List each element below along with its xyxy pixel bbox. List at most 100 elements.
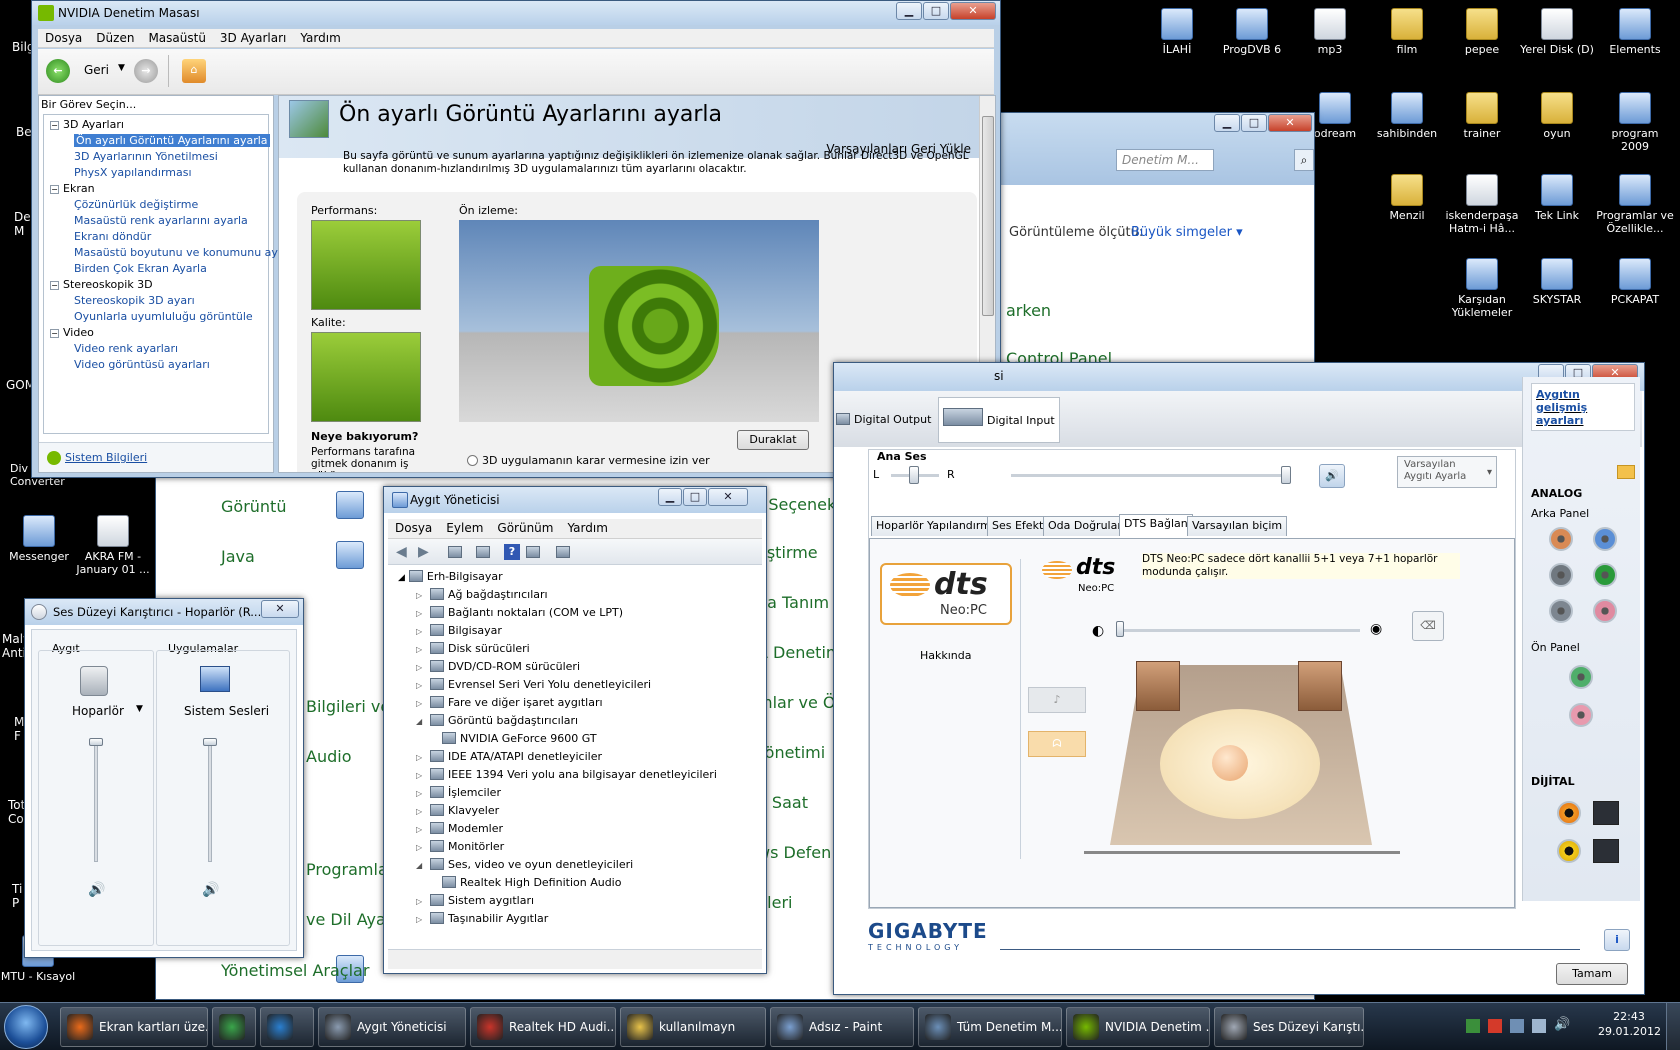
- collapse-icon[interactable]: ◢: [416, 858, 424, 873]
- volume-icon[interactable]: 🔊: [1554, 1017, 1570, 1032]
- expand-icon[interactable]: ▷: [416, 678, 424, 693]
- device-category[interactable]: ▷ Disk sürücüleri: [416, 641, 530, 657]
- close-button[interactable]: ✕: [261, 600, 299, 618]
- cp-item[interactable]: na Tanım: [757, 593, 829, 612]
- menu-item[interactable]: Yardım: [293, 29, 347, 47]
- device-category[interactable]: ◢ Ses, video ve oyun denetleyicileri: [416, 857, 633, 873]
- desktop-icon[interactable]: Programlar ve Özellikle...: [1596, 174, 1674, 235]
- collapse-icon[interactable]: ◢: [398, 573, 405, 583]
- tree-root[interactable]: ◢ Erh-Bilgisayar: [398, 569, 503, 586]
- expand-icon[interactable]: ▷: [416, 804, 424, 819]
- spdif-jack-icon[interactable]: [1557, 801, 1581, 825]
- desktop-icon[interactable]: İLAHİ: [1138, 8, 1216, 56]
- spdif-in-jack-icon[interactable]: [1557, 839, 1581, 863]
- taskbar-button[interactable]: Realtek HD Audi...: [470, 1007, 616, 1047]
- device-category[interactable]: ▷ Taşınabilir Aygıtlar: [416, 911, 548, 927]
- device-category[interactable]: ▷ Bağlantı noktaları (COM ve LPT): [416, 605, 623, 621]
- menu-item[interactable]: Yardım: [560, 519, 614, 537]
- left-speaker-icon[interactable]: [1136, 661, 1180, 711]
- radio-option[interactable]: 3D uygulamanın karar vermesine izin ver: [467, 454, 710, 467]
- tree-link[interactable]: Masaüstü renk ayarlarını ayarla: [74, 213, 248, 228]
- audio-jack-icon[interactable]: [1569, 703, 1593, 727]
- expand-icon[interactable]: −: [50, 121, 59, 130]
- quality-thumbnail[interactable]: [311, 332, 421, 422]
- tree-link[interactable]: Oyunlarla uyumluluğu görüntüle: [74, 309, 253, 324]
- taskbar-button[interactable]: NVIDIA Denetim ...: [1066, 1007, 1210, 1047]
- expand-icon[interactable]: −: [50, 185, 59, 194]
- start-button[interactable]: [4, 1005, 48, 1049]
- taskbar-button[interactable]: Ekran kartları üze...: [60, 1007, 208, 1047]
- device-category[interactable]: ▷ Sistem aygıtları: [416, 893, 534, 909]
- tree-link[interactable]: Video görüntüsü ayarları: [74, 357, 210, 372]
- tree-link[interactable]: Video renk ayarları: [74, 341, 178, 356]
- audio-jack-icon[interactable]: [1593, 563, 1617, 587]
- expand-icon[interactable]: ▷: [416, 750, 424, 765]
- cp-item[interactable]: Audio: [306, 747, 351, 766]
- device-category[interactable]: ▷ Monitörler: [416, 839, 504, 855]
- minimize-button[interactable]: ▁: [658, 488, 682, 506]
- right-speaker-icon[interactable]: [1298, 661, 1342, 711]
- digital-output-tab[interactable]: Digital Output: [836, 397, 936, 443]
- cp-item[interactable]: A Denetim: [757, 643, 841, 662]
- device-category[interactable]: ▷ Bilgisayar: [416, 623, 502, 639]
- search-icon[interactable]: ⌕: [1294, 149, 1314, 171]
- audio-jack-icon[interactable]: [1593, 599, 1617, 623]
- maximize-button[interactable]: □: [923, 2, 949, 20]
- menu-item[interactable]: Düzen: [89, 29, 141, 47]
- taskbar-button[interactable]: Aygıt Yöneticisi: [318, 1007, 466, 1047]
- menu-item[interactable]: 3D Ayarları: [213, 29, 293, 47]
- menu-item[interactable]: Görünüm: [490, 519, 560, 537]
- advanced-settings-link[interactable]: Aygıtın gelişmiş ayarları: [1531, 383, 1635, 431]
- device-category[interactable]: ▷ Evrensel Seri Veri Yolu denetleyicileri: [416, 677, 651, 693]
- audio-jack-icon[interactable]: [1549, 599, 1573, 623]
- device-category[interactable]: ▷ Modemler: [416, 821, 503, 837]
- search-input[interactable]: Denetim M...: [1116, 149, 1214, 171]
- device-volume-slider[interactable]: [94, 742, 98, 862]
- app-mute-icon[interactable]: 🔊: [202, 882, 219, 898]
- expand-icon[interactable]: ▷: [416, 642, 424, 657]
- music-mode-icon[interactable]: ♪: [1028, 687, 1086, 713]
- view-dropdown[interactable]: Büyük simgeler ▾: [1131, 225, 1243, 240]
- tray-icon[interactable]: [1488, 1019, 1502, 1033]
- taskbar-button[interactable]: [260, 1007, 314, 1047]
- clock[interactable]: 22:43 29.01.2012: [1598, 1009, 1661, 1039]
- dts-width-thumb[interactable]: [1116, 621, 1124, 637]
- device-mute-icon[interactable]: 🔊: [88, 882, 105, 898]
- cp-item[interactable]: mlar ve Ö: [757, 693, 836, 712]
- ok-button[interactable]: Tamam: [1556, 963, 1628, 985]
- cp-item[interactable]: t Seçenek: [757, 495, 836, 514]
- digital-input-tab[interactable]: Digital Input: [938, 397, 1060, 443]
- radio-icon[interactable]: [467, 455, 478, 466]
- device-volume-thumb[interactable]: [89, 738, 103, 746]
- cp-item[interactable]: Yönetimi: [757, 743, 825, 762]
- taskbar-button[interactable]: kullanılmayn: [620, 1007, 766, 1047]
- device-category[interactable]: ▷ IEEE 1394 Veri yolu ana bilgisayar dene…: [416, 767, 717, 783]
- audio-jack-icon[interactable]: [1549, 563, 1573, 587]
- back-icon[interactable]: ←: [46, 59, 70, 83]
- back-label[interactable]: Geri: [84, 63, 109, 77]
- tree-link[interactable]: PhysX yapılandırması: [74, 165, 192, 180]
- desktop-icon[interactable]: ProgDVB 6: [1213, 8, 1291, 56]
- device-category[interactable]: NVIDIA GeForce 9600 GT: [442, 731, 597, 746]
- scrollbar-thumb[interactable]: [982, 116, 994, 316]
- chevron-down-icon[interactable]: ▼: [136, 704, 143, 714]
- desktop-icon[interactable]: AKRA FM - January 01 ...: [74, 515, 152, 576]
- expand-icon[interactable]: ▷: [416, 840, 424, 855]
- back-icon[interactable]: ◀: [396, 544, 407, 560]
- balance-thumb[interactable]: [909, 466, 919, 484]
- desktop-icon[interactable]: program 2009: [1596, 92, 1674, 153]
- maximize-button[interactable]: □: [683, 488, 707, 506]
- audio-jack-icon[interactable]: [1593, 527, 1617, 551]
- dts-mode-icon[interactable]: ᗣ: [1028, 731, 1086, 757]
- desktop-icon[interactable]: iskenderpaşa Hatm-i Hâ...: [1443, 174, 1521, 235]
- expand-icon[interactable]: ▷: [416, 912, 424, 927]
- network-icon[interactable]: [1532, 1019, 1546, 1033]
- forward-icon[interactable]: ▶: [418, 544, 429, 560]
- dts-width-slider[interactable]: [1116, 629, 1360, 632]
- taskbar-button[interactable]: Ses Düzeyi Karıştı...: [1214, 1007, 1364, 1047]
- desktop-icon[interactable]: Tek Link: [1518, 174, 1596, 222]
- help-icon[interactable]: ?: [504, 544, 520, 560]
- expand-icon[interactable]: ▷: [416, 660, 424, 675]
- close-button[interactable]: ✕: [950, 2, 996, 20]
- device-category[interactable]: ▷ Klavyeler: [416, 803, 499, 819]
